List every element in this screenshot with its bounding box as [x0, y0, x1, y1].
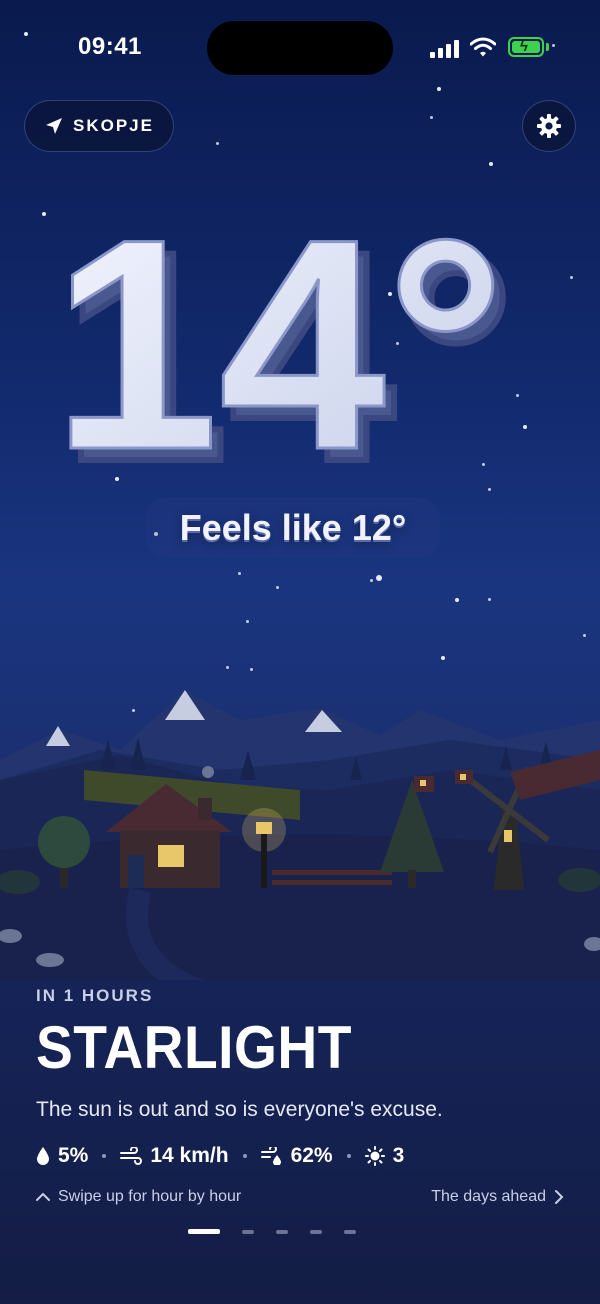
location-button[interactable]: SKOPJE: [24, 100, 174, 152]
condition-description: The sun is out and so is everyone's excu…: [36, 1098, 443, 1121]
days-ahead-link[interactable]: The days ahead: [431, 1188, 564, 1206]
status-time: 09:41: [78, 33, 142, 60]
days-ahead-label: The days ahead: [431, 1188, 546, 1205]
battery-icon: ϟ: [508, 37, 544, 57]
night-landscape-illustration: [0, 690, 600, 980]
condition-headline: STARLIGHT: [36, 1014, 352, 1081]
gear-icon: [537, 114, 561, 138]
temperature-display: 14° 14°: [51, 190, 519, 490]
precipitation-value: 5%: [58, 1144, 89, 1167]
page-dot[interactable]: [310, 1229, 322, 1234]
page-dot[interactable]: [276, 1229, 288, 1234]
cellular-signal-icon: [430, 38, 462, 58]
feels-like-text: Feels like 12°: [179, 507, 407, 548]
separator-dot: [102, 1154, 107, 1158]
forecast-time-label: IN 1 HOURS: [36, 986, 154, 1005]
wifi-icon: [470, 37, 496, 57]
uv-value: 3: [392, 1144, 405, 1167]
page-dot[interactable]: [242, 1229, 254, 1234]
forecast-panel: IN 1 HOURS STARLIGHT The sun is out and …: [36, 986, 576, 1167]
precipitation-metric: 5%: [36, 1144, 88, 1168]
metrics-row: 5% 14 km/h 62% 3: [36, 1144, 404, 1168]
humidity-icon: [260, 1147, 281, 1165]
separator-dot: [346, 1154, 351, 1158]
settings-button[interactable]: [522, 100, 576, 152]
location-name: SKOPJE: [73, 116, 154, 135]
page-dot[interactable]: [344, 1229, 356, 1234]
humidity-value: 62%: [290, 1144, 333, 1167]
dynamic-island: [207, 21, 393, 75]
page-dot-active[interactable]: [188, 1229, 220, 1234]
sun-icon: [364, 1146, 385, 1166]
battery-tip: [546, 43, 549, 51]
page-indicator[interactable]: [188, 1229, 356, 1234]
swipe-up-label: Swipe up for hour by hour: [58, 1188, 242, 1205]
wind-metric: 14 km/h: [120, 1144, 229, 1168]
droplet-icon: [37, 1147, 49, 1165]
humidity-metric: 62%: [260, 1144, 333, 1168]
uv-metric: 3: [364, 1144, 405, 1168]
status-bar: 09:41 ϟ: [0, 0, 600, 90]
wind-value: 14 km/h: [150, 1144, 229, 1167]
temperature-value-face: 14°: [52, 190, 506, 490]
chevron-up-icon: [36, 1192, 50, 1201]
chevron-right-icon: [555, 1190, 564, 1204]
wind-icon: [120, 1147, 143, 1165]
separator-dot: [242, 1154, 247, 1158]
feels-like-pill: Feels like 12°: [146, 498, 440, 558]
location-arrow-icon: [46, 118, 62, 134]
swipe-up-hint[interactable]: Swipe up for hour by hour: [36, 1188, 241, 1206]
